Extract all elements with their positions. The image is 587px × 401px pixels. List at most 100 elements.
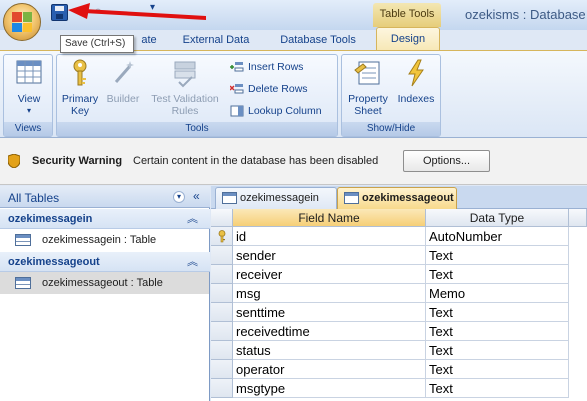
contextual-group-label: Table Tools <box>373 3 441 27</box>
tab-design[interactable]: Design <box>376 27 440 52</box>
field-name-cell[interactable]: senttime <box>233 303 426 322</box>
delete-rows-button[interactable]: Delete Rows <box>230 80 308 98</box>
field-name-cell[interactable]: status <box>233 341 426 360</box>
data-type-cell[interactable]: Text <box>426 322 569 341</box>
field-name-cell[interactable]: msg <box>233 284 426 303</box>
shutter-bar-collapse-icon[interactable]: « <box>193 189 200 203</box>
data-type-cell[interactable]: Memo <box>426 284 569 303</box>
field-name-cell[interactable]: msgtype <box>233 379 426 398</box>
delete-rows-icon <box>230 84 244 94</box>
property-sheet-icon <box>354 61 380 85</box>
table-row[interactable]: id AutoNumber <box>211 227 587 246</box>
group-label-show-hide: Show/Hide <box>342 122 440 136</box>
data-type-cell[interactable]: Text <box>426 379 569 398</box>
ribbon-group-tools: Primary Key Builder Test Validation Rule… <box>56 54 338 137</box>
tab-database-tools[interactable]: Database Tools <box>270 30 366 50</box>
ribbon-group-show-hide: Property Sheet Indexes Show/Hide <box>341 54 441 137</box>
row-selector[interactable] <box>211 322 233 341</box>
nav-group-label: ozekimessagein <box>8 213 93 225</box>
table-row[interactable]: status Text <box>211 341 587 360</box>
table-row[interactable]: receiver Text <box>211 265 587 284</box>
table-row[interactable]: senttime Text <box>211 303 587 322</box>
field-name-cell[interactable]: receiver <box>233 265 426 284</box>
table-icon <box>15 277 31 289</box>
nav-group-ozekimessagein[interactable]: ozekimessagein ︽ <box>0 209 210 229</box>
data-type-header[interactable]: Data Type <box>426 209 569 227</box>
nav-menu-dropdown-icon[interactable]: ▾ <box>173 191 185 203</box>
property-sheet-button[interactable]: Property Sheet <box>345 58 391 117</box>
lookup-column-icon <box>230 105 244 117</box>
primary-key-label-1: Primary <box>61 93 99 105</box>
indexes-button[interactable]: Indexes <box>394 58 438 105</box>
nav-pane-title: All Tables <box>8 191 60 205</box>
table-row[interactable]: receivedtime Text <box>211 322 587 341</box>
save-tooltip: Save (Ctrl+S) <box>60 35 134 53</box>
collapse-group-icon[interactable]: ︽ <box>187 252 198 272</box>
description-header[interactable] <box>569 209 587 227</box>
primary-key-icon <box>218 230 226 243</box>
property-sheet-label-1: Property <box>348 93 388 105</box>
field-name-cell[interactable]: sender <box>233 246 426 265</box>
row-selector[interactable] <box>211 303 233 322</box>
indexes-lightning-icon <box>408 59 424 87</box>
group-label-views: Views <box>4 122 52 136</box>
nav-group-ozekimessageout[interactable]: ozekimessageout ︽ <box>0 252 210 272</box>
field-name-cell[interactable]: receivedtime <box>233 322 426 341</box>
office-button[interactable] <box>3 3 41 41</box>
data-type-cell[interactable]: Text <box>426 246 569 265</box>
doc-tab-label: ozekimessageout <box>362 192 454 204</box>
doc-tab-ozekimessageout[interactable]: ozekimessageout <box>337 187 457 209</box>
insert-rows-icon <box>230 62 244 72</box>
row-selector[interactable] <box>211 379 233 398</box>
nav-item-label: ozekimessageout : Table <box>42 277 163 289</box>
table-row[interactable]: sender Text <box>211 246 587 265</box>
navigation-pane: All Tables ▾ « ozekimessagein ︽ ozekimes… <box>0 186 210 401</box>
office-logo-icon <box>12 12 32 32</box>
field-name-cell[interactable]: operator <box>233 360 426 379</box>
ribbon: View ▾ Views Primary Key Builder Test Va… <box>0 50 587 138</box>
app-title: ozekisms : Database <box>465 7 586 22</box>
table-row[interactable]: operator Text <box>211 360 587 379</box>
row-selector-header[interactable] <box>211 209 233 227</box>
nav-group-label: ozekimessageout <box>8 256 100 268</box>
collapse-group-icon[interactable]: ︽ <box>187 209 198 229</box>
row-selector[interactable] <box>211 341 233 360</box>
view-dropdown-icon: ▾ <box>26 106 31 115</box>
field-name-cell[interactable]: id <box>233 227 426 246</box>
primary-key-button[interactable]: Primary Key <box>59 58 101 117</box>
data-type-cell[interactable]: AutoNumber <box>426 227 569 246</box>
builder-button[interactable]: Builder <box>103 58 143 105</box>
document-tabs: ozekimessagein ozekimessageout <box>211 186 587 209</box>
data-type-cell[interactable]: Text <box>426 360 569 379</box>
nav-pane-header[interactable]: All Tables ▾ « <box>0 186 210 208</box>
table-design-grid: Field Name Data Type id AutoNumber sender T… <box>211 209 587 401</box>
shield-warning-icon <box>8 154 20 168</box>
primary-key-label-2: Key <box>70 105 90 117</box>
row-selector[interactable] <box>211 227 233 246</box>
nav-item-ozekimessageout-table[interactable]: ozekimessageout : Table <box>0 272 209 294</box>
key-icon <box>73 59 87 86</box>
options-button[interactable]: Options... <box>403 150 490 172</box>
data-type-cell[interactable]: Text <box>426 265 569 284</box>
field-name-header[interactable]: Field Name <box>233 209 426 227</box>
data-type-cell[interactable]: Text <box>426 341 569 360</box>
row-selector[interactable] <box>211 360 233 379</box>
table-icon <box>222 192 237 204</box>
view-button[interactable]: View ▾ <box>12 58 46 117</box>
test-validation-rules-button[interactable]: Test Validation Rules <box>145 58 225 117</box>
doc-tab-ozekimessagein[interactable]: ozekimessagein <box>215 187 337 209</box>
nav-item-label: ozekimessagein : Table <box>42 234 157 246</box>
tab-create[interactable]: ate <box>134 30 164 50</box>
nav-item-ozekimessagein-table[interactable]: ozekimessagein : Table <box>0 229 209 251</box>
view-button-label: View <box>17 93 41 105</box>
row-selector[interactable] <box>211 265 233 284</box>
lookup-column-button[interactable]: Lookup Column <box>230 102 322 120</box>
row-selector[interactable] <box>211 246 233 265</box>
row-selector[interactable] <box>211 284 233 303</box>
security-warning-title: Security Warning <box>32 155 123 167</box>
table-row[interactable]: msgtype Text <box>211 379 587 398</box>
table-row[interactable]: msg Memo <box>211 284 587 303</box>
tab-external-data[interactable]: External Data <box>176 30 256 50</box>
insert-rows-button[interactable]: Insert Rows <box>230 58 303 76</box>
data-type-cell[interactable]: Text <box>426 303 569 322</box>
